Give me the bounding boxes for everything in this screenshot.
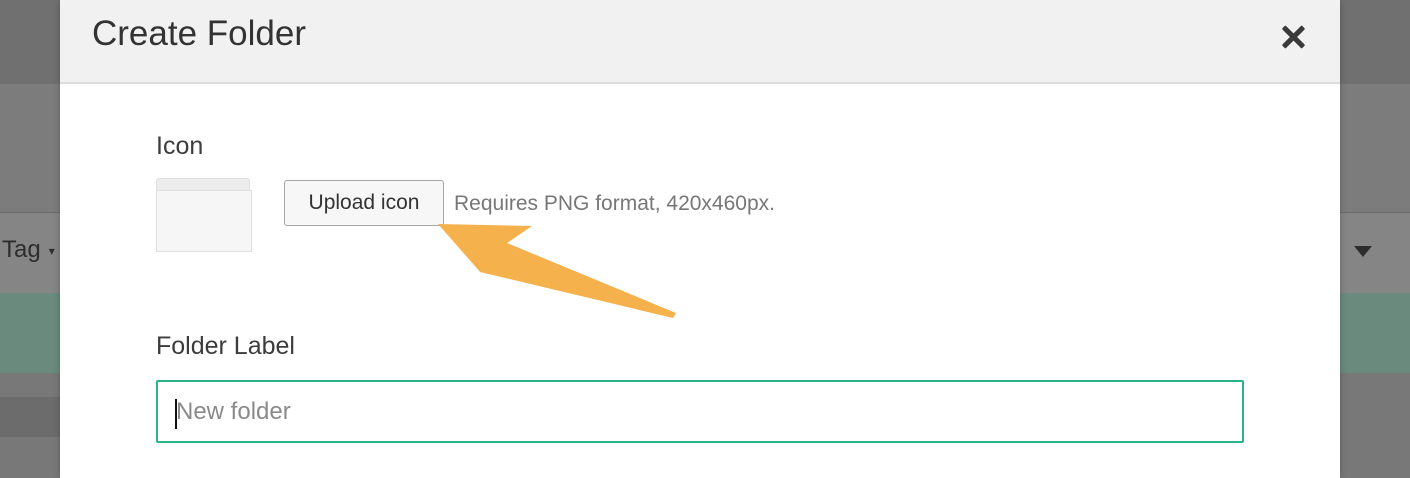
background-row-strip <box>0 397 60 437</box>
create-folder-modal: Create Folder Icon Upload icon Requires … <box>60 0 1340 478</box>
upload-icon-button[interactable]: Upload icon <box>284 180 444 226</box>
icon-format-hint: Requires PNG format, 420x460px. <box>454 192 775 215</box>
close-icon[interactable] <box>1276 20 1310 54</box>
chevron-down-icon: ▾ <box>48 243 55 258</box>
icon-field-label: Icon <box>156 132 204 160</box>
text-cursor <box>175 399 177 429</box>
modal-header: Create Folder <box>60 0 1340 84</box>
chevron-down-icon <box>1354 246 1372 257</box>
folder-label-input[interactable] <box>158 382 1242 441</box>
folder-icon <box>156 178 252 252</box>
folder-label-input-wrapper <box>156 380 1244 443</box>
modal-title: Create Folder <box>92 14 306 53</box>
folder-label-field-label: Folder Label <box>156 332 295 360</box>
background-tag-dropdown: Tag ▾ <box>2 236 55 264</box>
folder-icon-body <box>156 190 252 252</box>
background-tag-label: Tag <box>2 236 41 263</box>
